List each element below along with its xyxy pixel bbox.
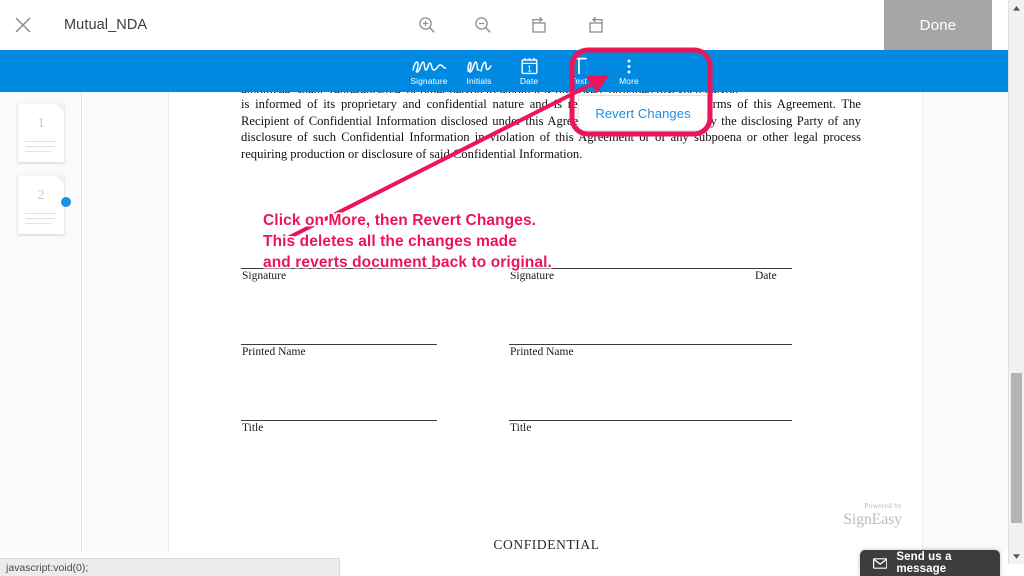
annotation-instruction-text: Click on More, then Revert Changes. This… [263,210,552,273]
tool-initials-label: Initials [466,76,492,86]
more-menu-popup[interactable]: Revert Changes [578,95,708,131]
text-icon [569,56,589,75]
top-bar: Mutual_NDA Done [0,0,1008,50]
chat-button-label: Send us a message [896,551,952,575]
rotate-left-icon [531,16,546,33]
more-vertical-icon [626,56,632,75]
page-corner-fold [56,176,64,184]
tool-initials[interactable]: Initials [454,50,504,92]
annotation-line-3: and reverts document back to original. [263,254,552,271]
thumb-line [25,151,51,152]
tool-text[interactable]: Text [554,50,604,92]
document-page: employee, agent, representative, or othe… [168,92,923,552]
scrollbar-thumb[interactable] [1011,373,1022,523]
status-bar-text: javascript:void(0); [6,561,89,574]
thumbnail-wrapper-1: 1 [0,104,82,162]
date-label-right: Date [755,270,777,282]
svg-text:1: 1 [527,64,532,73]
document-paragraph: is informed of its proprietary and confi… [241,97,861,161]
zoom-in-button[interactable] [410,8,444,42]
envelope-icon [873,557,888,569]
close-icon [15,17,31,33]
close-document-button[interactable] [0,0,46,50]
powered-by-label: Powered by [864,501,902,510]
page-thumbnail-2-number: 2 [37,188,45,203]
printed-name-label-left: Printed Name [242,346,306,358]
tool-more[interactable]: More [604,50,654,92]
annotation-toolbar-items: Signature Initials 1 Date Text More [404,50,654,92]
title-line-left [241,420,437,421]
tool-date[interactable]: 1 Date [504,50,554,92]
tool-signature-label: Signature [410,76,448,86]
signeasy-document-editor: Mutual_NDA Done Signature Initials 1 Dat… [0,0,1024,576]
title-label-left: Title [242,422,264,434]
printed-name-line-left [241,344,437,345]
tool-more-label: More [619,76,639,86]
annotation-line-1: Click on More, then Revert Changes. [263,212,537,229]
scroll-down-button[interactable] [1009,548,1024,564]
zoom-out-button[interactable] [466,8,500,42]
document-cut-line: employee, agent, representative, or othe… [241,92,861,93]
done-button[interactable]: Done [884,0,992,50]
thumb-line [25,223,51,224]
annotation-toolbar: Signature Initials 1 Date Text More [0,50,1008,92]
view-tools [410,0,612,50]
document-viewport[interactable]: employee, agent, representative, or othe… [83,92,1008,552]
revert-changes-menu-item[interactable]: Revert Changes [595,106,690,121]
document-footer: CONFIDENTIAL [493,537,600,552]
title-label-right: Title [510,422,532,434]
initials-icon [464,56,494,75]
thumb-line [25,213,57,214]
page-thumbnail-sidebar: 1 2 [0,92,82,552]
annotation-line-2: This deletes all the changes made [263,233,517,250]
printed-name-line-right [509,344,792,345]
scroll-up-arrow-icon [1013,5,1020,11]
rotate-left-button[interactable] [522,8,556,42]
signeasy-watermark: Powered by SignEasy [843,502,902,528]
thumb-line [25,218,57,219]
thumb-line [25,146,57,147]
title-line-right [509,420,792,421]
page-corner-fold [56,104,64,112]
page-thumbnail-1-number: 1 [37,116,45,131]
calendar-icon: 1 [521,56,538,75]
browser-status-bar: javascript:void(0); [0,558,340,576]
active-page-indicator [61,197,71,207]
rotate-right-icon [588,16,603,33]
page-thumbnail-2[interactable]: 2 [18,176,64,234]
signeasy-brand: SignEasy [843,510,902,528]
page-thumbnail-1[interactable]: 1 [18,104,64,162]
tool-signature[interactable]: Signature [404,50,454,92]
tool-text-label: Text [571,76,587,86]
page-title: Mutual_NDA [64,17,148,33]
vertical-scrollbar[interactable] [1008,0,1024,564]
send-us-a-message-button[interactable]: Send us a message [860,550,1000,576]
thumb-line [25,141,57,142]
tool-date-label: Date [519,76,539,86]
zoom-out-icon [475,17,491,33]
signature-icon [410,56,448,75]
scroll-down-arrow-icon [1013,553,1020,559]
thumbnail-wrapper-2: 2 [0,176,82,234]
rotate-right-button[interactable] [578,8,612,42]
scroll-up-button[interactable] [1009,0,1024,16]
printed-name-label-right: Printed Name [510,346,574,358]
zoom-in-icon [419,17,435,33]
